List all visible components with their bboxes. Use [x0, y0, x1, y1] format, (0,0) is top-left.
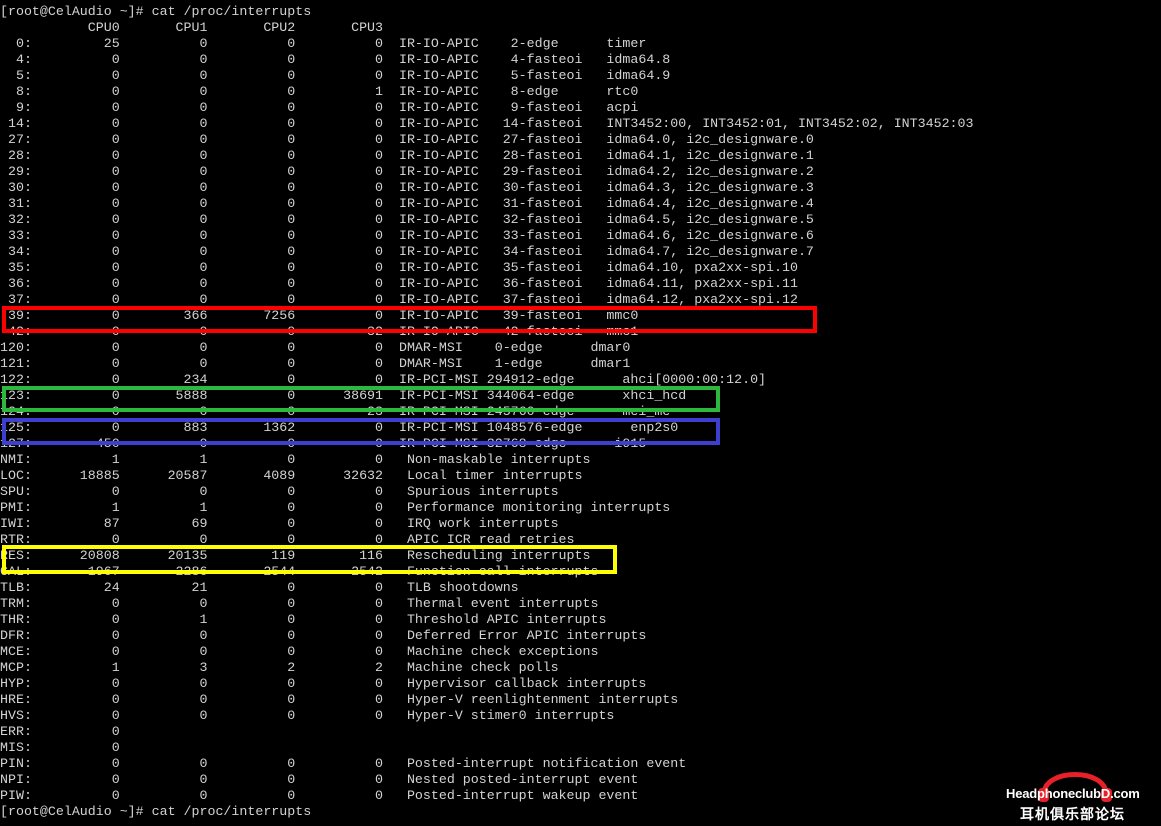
watermark-brand-en: HeadphoneclubD.com — [1006, 786, 1140, 801]
terminal-line: 27: 0 0 0 0 IR-IO-APIC 27-fasteoi idma64… — [0, 132, 814, 147]
terminal-line: PMI: 1 1 0 0 Performance monitoring inte… — [0, 500, 671, 515]
terminal-line: 33: 0 0 0 0 IR-IO-APIC 33-fasteoi idma64… — [0, 228, 814, 243]
terminal-window[interactable]: [root@CelAudio ~]# cat /proc/interrupts … — [0, 0, 1161, 826]
terminal-line: TRM: 0 0 0 0 Thermal event interrupts — [0, 596, 599, 611]
terminal-line: PIW: 0 0 0 0 Posted-interrupt wakeup eve… — [0, 788, 639, 803]
terminal-line: 31: 0 0 0 0 IR-IO-APIC 31-fasteoi idma64… — [0, 196, 814, 211]
terminal-line: 8: 0 0 0 1 IR-IO-APIC 8-edge rtc0 — [0, 84, 639, 99]
terminal-line: MIS: 0 — [0, 740, 120, 755]
terminal-line: 124: 0 0 0 23 IR-PCI-MSI 245760-edge mei… — [0, 404, 671, 419]
terminal-line: 9: 0 0 0 0 IR-IO-APIC 9-fasteoi acpi — [0, 100, 639, 115]
terminal-line: 39: 0 366 7256 0 IR-IO-APIC 39-fasteoi m… — [0, 308, 639, 323]
terminal-line: 42: 0 0 0 32 IR-IO-APIC 42-fasteoi mmc1 — [0, 324, 639, 339]
terminal-line: IWI: 87 69 0 0 IRQ work interrupts — [0, 516, 559, 531]
terminal-line: RES: 20808 20135 119 116 Rescheduling in… — [0, 548, 591, 563]
terminal-line: 35: 0 0 0 0 IR-IO-APIC 35-fasteoi idma64… — [0, 260, 798, 275]
terminal-line: PIN: 0 0 0 0 Posted-interrupt notificati… — [0, 756, 687, 771]
terminal-line: 125: 0 883 1362 0 IR-PCI-MSI 1048576-edg… — [0, 420, 679, 435]
terminal-line: MCP: 1 3 2 2 Machine check polls — [0, 660, 559, 675]
terminal-line: 122: 0 234 0 0 IR-PCI-MSI 294912-edge ah… — [0, 372, 767, 387]
terminal-line: THR: 0 1 0 0 Threshold APIC interrupts — [0, 612, 607, 627]
terminal-line: DFR: 0 0 0 0 Deferred Error APIC interru… — [0, 628, 647, 643]
terminal-line: 36: 0 0 0 0 IR-IO-APIC 36-fasteoi idma64… — [0, 276, 798, 291]
terminal-line: 30: 0 0 0 0 IR-IO-APIC 30-fasteoi idma64… — [0, 180, 814, 195]
terminal-line: 120: 0 0 0 0 DMAR-MSI 0-edge dmar0 — [0, 340, 631, 355]
terminal-line: NMI: 1 1 0 0 Non-maskable interrupts — [0, 452, 591, 467]
terminal-line: LOC: 18885 20587 4089 32632 Local timer … — [0, 468, 583, 483]
terminal-line: 4: 0 0 0 0 IR-IO-APIC 4-fasteoi idma64.8 — [0, 52, 671, 67]
watermark-logo: HeadphoneclubD.com 耳机俱乐部论坛 — [1000, 758, 1161, 826]
terminal-line: 29: 0 0 0 0 IR-IO-APIC 29-fasteoi idma64… — [0, 164, 814, 179]
terminal-line: SPU: 0 0 0 0 Spurious interrupts — [0, 484, 559, 499]
terminal-line: 127: 450 0 0 0 IR-PCI-MSI 32768-edge i91… — [0, 436, 647, 451]
terminal-line: 14: 0 0 0 0 IR-IO-APIC 14-fasteoi INT345… — [0, 116, 974, 131]
terminal-line: 37: 0 0 0 0 IR-IO-APIC 37-fasteoi idma64… — [0, 292, 798, 307]
terminal-line: 28: 0 0 0 0 IR-IO-APIC 28-fasteoi idma64… — [0, 148, 814, 163]
terminal-line: 121: 0 0 0 0 DMAR-MSI 1-edge dmar1 — [0, 356, 631, 371]
terminal-line: HRE: 0 0 0 0 Hyper-V reenlightenment int… — [0, 692, 679, 707]
terminal-line: ERR: 0 — [0, 724, 120, 739]
watermark-brand-cn: 耳机俱乐部论坛 — [1020, 807, 1125, 823]
terminal-line: [root@CelAudio ~]# cat /proc/interrupts — [0, 804, 312, 819]
terminal-line: RTR: 0 0 0 0 APIC ICR read retries — [0, 532, 575, 547]
terminal-line: TLB: 24 21 0 0 TLB shootdowns — [0, 580, 519, 595]
terminal-line: [root@CelAudio ~]# cat /proc/interrupts — [0, 4, 312, 19]
terminal-line: CAL: 1967 2286 2544 2542 Function call i… — [0, 564, 599, 579]
terminal-line: HYP: 0 0 0 0 Hypervisor callback interru… — [0, 676, 647, 691]
terminal-line: MCE: 0 0 0 0 Machine check exceptions — [0, 644, 599, 659]
terminal-line: NPI: 0 0 0 0 Nested posted-interrupt eve… — [0, 772, 639, 787]
terminal-line: 32: 0 0 0 0 IR-IO-APIC 32-fasteoi idma64… — [0, 212, 814, 227]
terminal-line: CPU0 CPU1 CPU2 CPU3 — [0, 20, 384, 35]
terminal-line: 0: 25 0 0 0 IR-IO-APIC 2-edge timer — [0, 36, 647, 51]
terminal-line: HVS: 0 0 0 0 Hyper-V stimer0 interrupts — [0, 708, 615, 723]
terminal-line: 5: 0 0 0 0 IR-IO-APIC 5-fasteoi idma64.9 — [0, 68, 671, 83]
terminal-line: 123: 0 5888 0 38691 IR-PCI-MSI 344064-ed… — [0, 388, 687, 403]
terminal-line: 34: 0 0 0 0 IR-IO-APIC 34-fasteoi idma64… — [0, 244, 814, 259]
